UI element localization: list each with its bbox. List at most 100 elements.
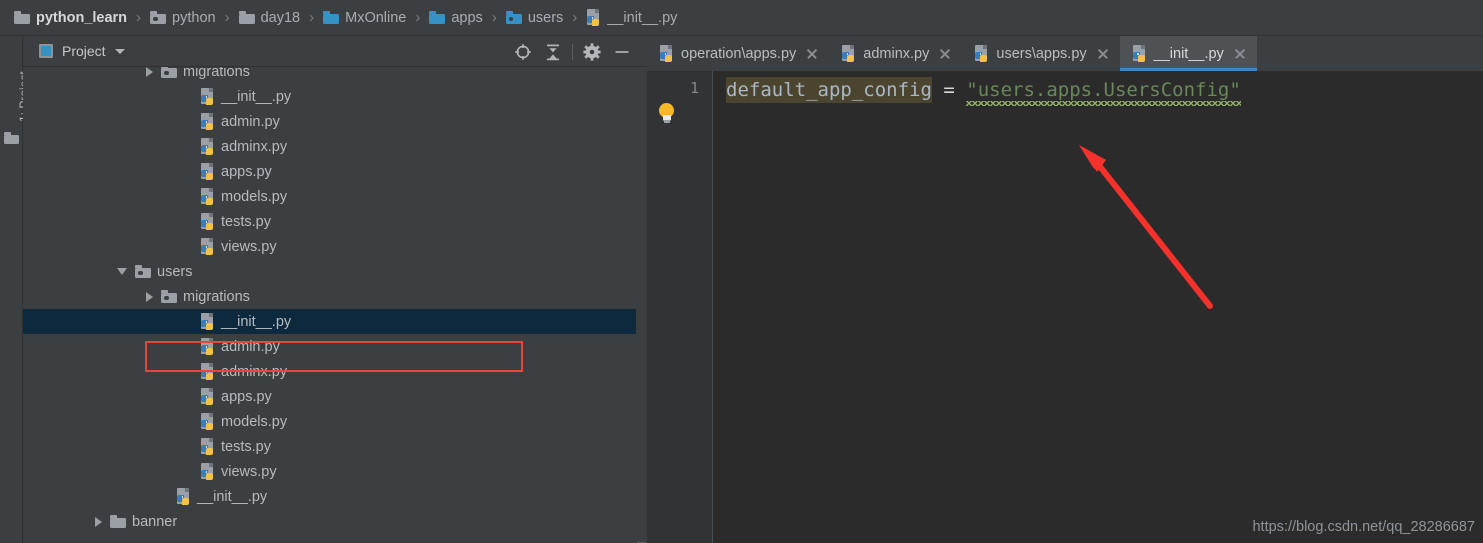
- tree-arrow-spacer: [161, 492, 168, 502]
- python-file-icon: [200, 363, 215, 380]
- breadcrumb-separator: ›: [309, 9, 314, 26]
- gear-icon[interactable]: [577, 36, 607, 67]
- tree-row[interactable]: apps.py: [23, 384, 647, 409]
- folder-icon: [323, 11, 339, 24]
- tree-arrow-spacer: [185, 142, 192, 152]
- structure-folder-icon[interactable]: [4, 132, 19, 144]
- tree-item-label: apps.py: [221, 389, 272, 405]
- lightbulb-icon[interactable]: [657, 103, 677, 125]
- breadcrumb-item-mxonline[interactable]: MxOnline: [323, 0, 406, 36]
- tree-row[interactable]: migrations: [23, 67, 647, 84]
- project-view-selector[interactable]: Project: [23, 43, 125, 59]
- python-file-icon: [841, 45, 856, 62]
- editor-tab[interactable]: adminx.py: [829, 36, 962, 71]
- editor-tab[interactable]: users\apps.py: [962, 36, 1119, 71]
- tree-row[interactable]: apps.py: [23, 159, 647, 184]
- tree-row[interactable]: admin.py: [23, 109, 647, 134]
- chevron-right-icon[interactable]: [95, 517, 102, 527]
- python-file-icon: [200, 413, 215, 430]
- tree-item-label: tests.py: [221, 439, 271, 455]
- tree-row[interactable]: models.py: [23, 409, 647, 434]
- tree-row[interactable]: adminx.py: [23, 359, 647, 384]
- tree-row[interactable]: migrations: [23, 284, 647, 309]
- tree-arrow-spacer: [185, 242, 192, 252]
- tree-row[interactable]: tests.py: [23, 434, 647, 459]
- minimize-icon[interactable]: [607, 36, 637, 67]
- editor-tab[interactable]: operation\apps.py: [647, 36, 829, 71]
- breadcrumb-item---init---py[interactable]: __init__.py: [586, 0, 677, 36]
- breadcrumb-item-python[interactable]: python: [150, 0, 216, 36]
- close-icon[interactable]: [939, 48, 951, 60]
- python-file-icon: [200, 88, 215, 105]
- editor-area: operation\apps.py adminx.py users\apps.py _…: [647, 36, 1483, 543]
- tree-row[interactable]: views.py: [23, 234, 647, 259]
- chevron-right-icon[interactable]: [146, 292, 153, 302]
- editor-gutter[interactable]: 1: [647, 71, 713, 543]
- tree-row[interactable]: admin.py: [23, 334, 647, 359]
- editor-tab-label: adminx.py: [863, 46, 929, 62]
- python-file-icon: [200, 388, 215, 405]
- sidebar-item-project-tab[interactable]: 1: Project: [0, 40, 23, 126]
- tree-item-label: admin.py: [221, 339, 280, 355]
- breadcrumb-item-day18[interactable]: day18: [239, 0, 301, 36]
- code-string-literal: "users.apps.UsersConfig": [966, 79, 1241, 101]
- breadcrumb-item-apps[interactable]: apps: [429, 0, 482, 36]
- tree-arrow-spacer: [185, 167, 192, 177]
- panel-title: Project: [62, 43, 106, 59]
- watermark-text: https://blog.csdn.net/qq_28286687: [1252, 519, 1475, 535]
- folder-module-icon: [161, 290, 177, 303]
- tree-arrow-spacer: [185, 117, 192, 127]
- tree-arrow-spacer: [185, 367, 192, 377]
- code-content[interactable]: default_app_config = "users.apps.UsersCo…: [714, 71, 1483, 543]
- tree-row-selected[interactable]: __init__.py: [23, 309, 647, 334]
- python-file-icon: [200, 163, 215, 180]
- tree-row[interactable]: __init__.py: [23, 484, 647, 509]
- tree-row[interactable]: models.py: [23, 184, 647, 209]
- folder-icon: [429, 11, 445, 24]
- breadcrumb-item-users[interactable]: users: [506, 0, 563, 36]
- tree-row[interactable]: banner: [23, 509, 647, 534]
- python-file-icon: [176, 488, 191, 505]
- breadcrumb-item-label: python: [172, 10, 216, 26]
- python-file-icon: [200, 213, 215, 230]
- python-file-icon: [659, 45, 674, 62]
- breadcrumb-item-label: day18: [261, 10, 301, 26]
- python-file-icon: [200, 188, 215, 205]
- breadcrumb-separator: ›: [572, 9, 577, 26]
- tree-item-label: __init__.py: [221, 314, 291, 330]
- tree-row[interactable]: tests.py: [23, 209, 647, 234]
- close-icon[interactable]: [1234, 48, 1246, 60]
- pycharm-window: python_learn›python›day18›MxOnline›apps›…: [0, 0, 1483, 543]
- editor-tab-label: users\apps.py: [996, 46, 1086, 62]
- editor-tab-active[interactable]: __init__.py: [1120, 36, 1257, 71]
- tree-row[interactable]: __init__.py: [23, 84, 647, 109]
- editor-tab-label: __init__.py: [1154, 46, 1224, 62]
- tree-row[interactable]: adminx.py: [23, 134, 647, 159]
- tree-item-label: adminx.py: [221, 139, 287, 155]
- folder-module-icon: [135, 265, 151, 278]
- folder-module-icon: [161, 67, 177, 78]
- editor-tab-label: operation\apps.py: [681, 46, 796, 62]
- project-file-tree[interactable]: migrations__init__.pyadmin.pyadminx.pyap…: [23, 67, 647, 543]
- python-file-icon: [1132, 45, 1147, 62]
- chevron-down-icon[interactable]: [115, 49, 125, 54]
- close-icon[interactable]: [806, 48, 818, 60]
- code-editor[interactable]: 1 default_app_config = "users.apps.Users…: [647, 71, 1483, 543]
- tree-row[interactable]: views.py: [23, 459, 647, 484]
- tree-row[interactable]: users: [23, 259, 647, 284]
- chevron-down-icon[interactable]: [117, 268, 127, 275]
- tree-item-label: models.py: [221, 414, 287, 430]
- chevron-right-icon[interactable]: [146, 67, 153, 77]
- locate-file-icon[interactable]: [508, 36, 538, 67]
- project-view-icon: [39, 44, 53, 58]
- tree-item-label: migrations: [183, 67, 250, 80]
- tree-scrollbar-track[interactable]: [636, 67, 647, 543]
- python-file-icon: [200, 138, 215, 155]
- folder-icon: [14, 11, 30, 24]
- breadcrumb-item-label: __init__.py: [607, 10, 677, 26]
- breadcrumb-item-label: apps: [451, 10, 482, 26]
- breadcrumb-item-python-learn[interactable]: python_learn: [14, 0, 127, 36]
- tree-item-label: views.py: [221, 239, 277, 255]
- close-icon[interactable]: [1097, 48, 1109, 60]
- collapse-all-icon[interactable]: [538, 36, 568, 67]
